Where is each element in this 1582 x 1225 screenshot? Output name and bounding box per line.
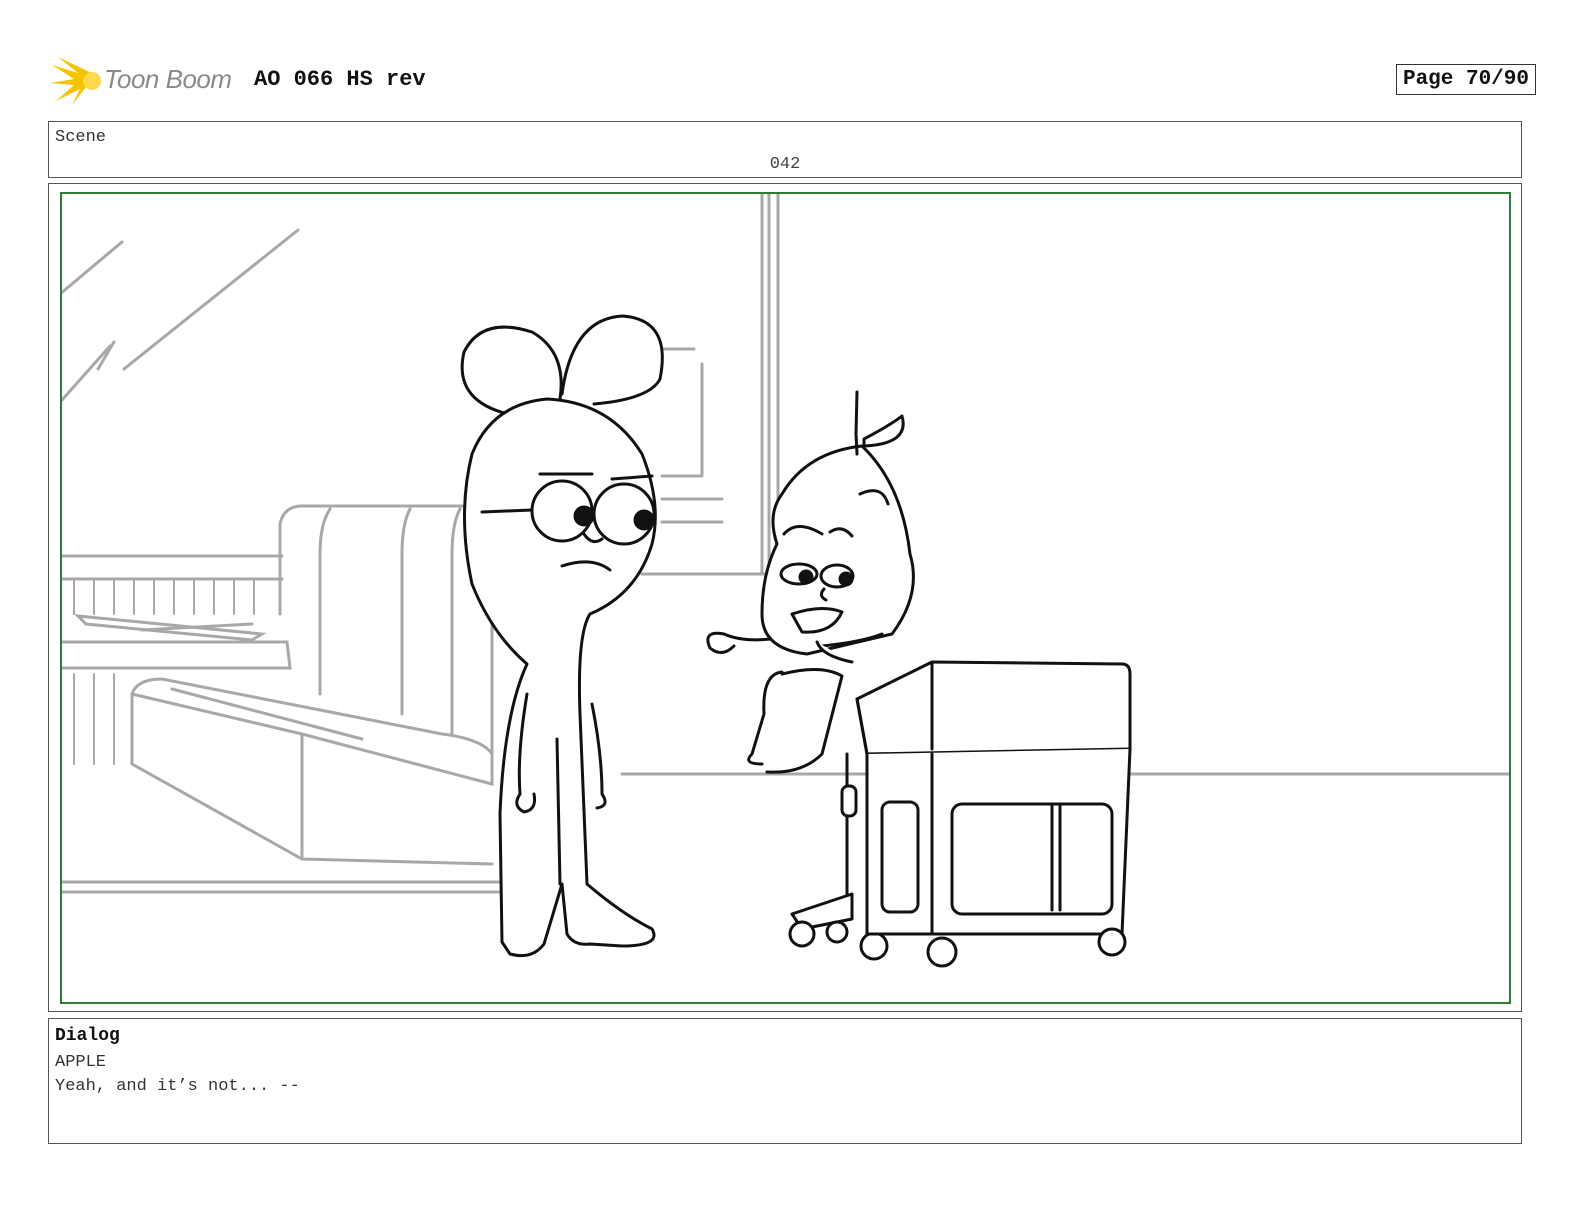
- toon-boom-logo: Toon Boom: [50, 55, 240, 107]
- starburst-icon: [50, 57, 101, 105]
- page-number: Page 70/90: [1395, 64, 1536, 95]
- scene-number: 042: [769, 155, 801, 174]
- logo-text: Toon Boom: [104, 64, 232, 94]
- document-title: AO 066 HS rev: [254, 67, 426, 92]
- dialog-character: APPLE: [55, 1053, 107, 1072]
- dialog-line: Yeah, and it’s not... --: [55, 1077, 300, 1096]
- dialog-heading: Dialog: [55, 1026, 120, 1046]
- panel-sketch: [62, 194, 1509, 968]
- header: Toon Boom AO 066 HS rev Page 70/90: [50, 55, 1536, 107]
- panel-frame: [60, 192, 1511, 1004]
- storyboard-panel: [48, 183, 1522, 1012]
- scene-label: Scene: [55, 128, 107, 147]
- scene-box: Scene 042: [48, 121, 1522, 178]
- dialog-box: Dialog APPLE Yeah, and it’s not... --: [48, 1018, 1522, 1144]
